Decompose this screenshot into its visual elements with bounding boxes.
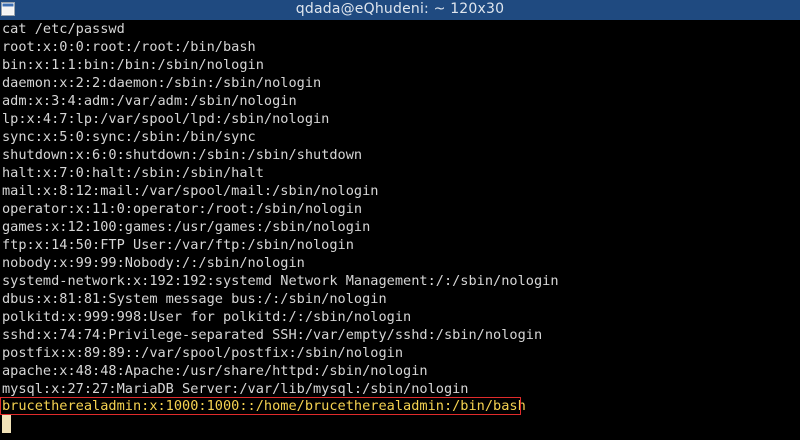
window-titlebar: qdada@eQhudeni: ~ 120x30	[0, 0, 800, 20]
terminal-line: sync:x:5:0:sync:/sbin:/bin/sync	[2, 129, 256, 145]
terminal-line: systemd-network:x:192:192:systemd Networ…	[2, 273, 559, 289]
terminal-line: halt:x:7:0:halt:/sbin:/sbin/halt	[2, 165, 264, 181]
terminal-line: games:x:12:100:games:/usr/games:/sbin/no…	[2, 219, 371, 235]
terminal-line: postfix:x:89:89::/var/spool/postfix:/sbi…	[2, 345, 404, 361]
terminal-line: lp:x:4:7:lp:/var/spool/lpd:/sbin/nologin	[2, 111, 330, 127]
terminal-cursor	[2, 415, 11, 433]
terminal-line: sshd:x:74:74:Privilege-separated SSH:/va…	[2, 327, 543, 343]
highlight-box	[0, 397, 521, 415]
terminal-line: operator:x:11:0:operator:/root:/sbin/nol…	[2, 201, 363, 217]
terminal-output[interactable]: cat /etc/passwd root:x:0:0:root:/root:/b…	[0, 20, 800, 440]
terminal-line: mail:x:8:12:mail:/var/spool/mail:/sbin/n…	[2, 183, 379, 199]
terminal-line: mysql:x:27:27:MariaDB Server:/var/lib/my…	[2, 381, 469, 397]
terminal-line: polkitd:x:999:998:User for polkitd:/:/sb…	[2, 309, 412, 325]
terminal-line: nobody:x:99:99:Nobody:/:/sbin/nologin	[2, 255, 305, 271]
terminal-line: ftp:x:14:50:FTP User:/var/ftp:/sbin/nolo…	[2, 237, 354, 253]
terminal-line: daemon:x:2:2:daemon:/sbin:/sbin/nologin	[2, 75, 322, 91]
terminal-line: dbus:x:81:81:System message bus:/:/sbin/…	[2, 291, 387, 307]
terminal-line: adm:x:3:4:adm:/var/adm:/sbin/nologin	[2, 93, 297, 109]
terminal-line: bin:x:1:1:bin:/bin:/sbin/nologin	[2, 57, 264, 73]
terminal-line: apache:x:48:48:Apache:/usr/share/httpd:/…	[2, 363, 428, 379]
terminal-line: root:x:0:0:root:/root:/bin/bash	[2, 39, 256, 55]
terminal-line: cat /etc/passwd	[2, 21, 125, 37]
window-title: qdada@eQhudeni: ~ 120x30	[295, 1, 505, 17]
terminal-line: shutdown:x:6:0:shutdown:/sbin:/sbin/shut…	[2, 147, 363, 163]
